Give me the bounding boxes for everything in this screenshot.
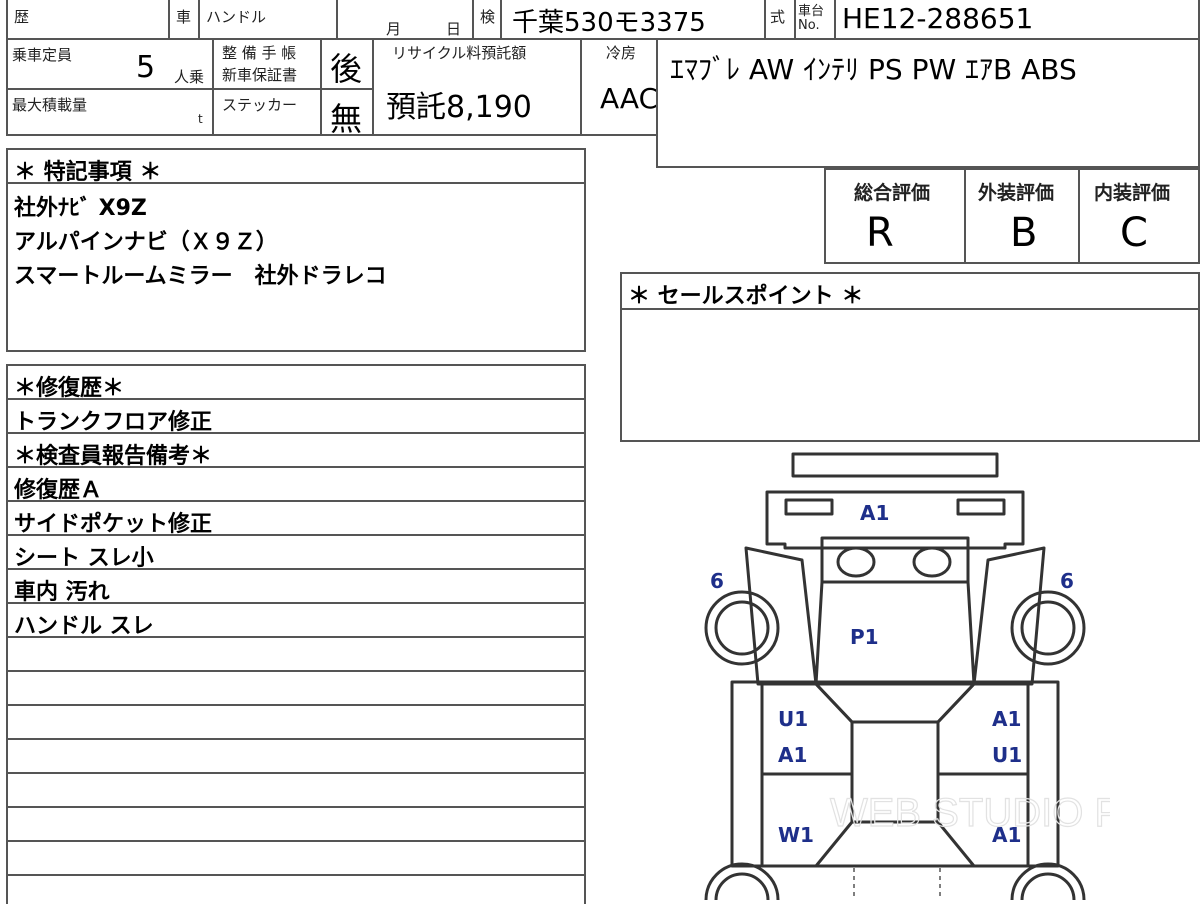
special-notes-box: ＊ 特記事項 ＊ 社外ﾅﾋﾞ X9Z アルパインナビ（Ｘ９Ｚ） スマートルームミ… [6, 148, 586, 352]
repair-history-line: トランクフロア修正 [14, 410, 213, 435]
max-load-unit: t [198, 112, 203, 126]
specs-block: 乗車定員 5 人乗 整 備 手 帳 新車保証書 後 最大積載量 t ステッカー … [6, 38, 659, 138]
ac-label: 冷房 [606, 44, 637, 62]
inspector-report-line: シート スレ小 [14, 546, 154, 571]
inspector-report-line: 修復歴Ａ [14, 478, 103, 503]
maintenance-label: 整 備 手 帳 [222, 44, 297, 62]
sticker-value: 無 [330, 100, 363, 138]
overall-grade-value: R [866, 210, 894, 256]
month-label: 月 [386, 20, 402, 38]
mark-front: A1 [860, 501, 889, 525]
chassis-label: 車台 [798, 4, 825, 19]
inspection-label: 検 [480, 8, 496, 26]
max-load-label: 最大積載量 [12, 96, 88, 114]
inspector-report-line: サイドポケット修正 [14, 512, 213, 537]
sales-point-title: ＊ セールスポイント ＊ [628, 284, 864, 309]
mark-tire-right: 6 [1060, 569, 1074, 593]
mark-tire-left: 6 [710, 569, 724, 593]
sales-point-box: ＊ セールスポイント ＊ [620, 272, 1200, 442]
inspector-report-line: ハンドル スレ [14, 614, 154, 639]
interior-grade-label: 内装評価 [1094, 182, 1171, 204]
plate-number: 千葉530モ3375 [512, 8, 706, 38]
inspector-report-line: 車内 汚れ [14, 580, 110, 605]
mark-left-w1: W1 [778, 823, 814, 847]
capacity-value: 5 [136, 50, 156, 85]
mark-right-a1-top: A1 [992, 707, 1021, 731]
ac-value: AAC [600, 82, 659, 115]
mark-left-a1: A1 [778, 743, 807, 767]
exterior-grade-value: B [1010, 210, 1038, 256]
interior-grade-value: C [1120, 210, 1148, 256]
watermark: WEB STUDIO PRO [830, 791, 1110, 835]
equipment-list: ｴﾏﾌﾞﾚ AW ｲﾝﾃﾘ PS PW ｴｱB ABS [670, 53, 1077, 86]
car-label: 車 [176, 8, 192, 26]
special-note-line: 社外ﾅﾋﾞ X9Z [14, 196, 147, 221]
day-label: 日 [446, 20, 462, 38]
special-notes-title: ＊ 特記事項 ＊ [14, 160, 162, 185]
mark-right-u1: U1 [992, 743, 1022, 767]
sticker-label: ステッカー [222, 96, 298, 114]
recycle-label: リサイクル料預託額 [392, 44, 527, 62]
equipment-box: ｴﾏﾌﾞﾚ AW ｲﾝﾃﾘ PS PW ｴｱB ABS [656, 38, 1200, 168]
maintenance-value: 後 [330, 50, 363, 88]
special-note-line: アルパインナビ（Ｘ９Ｚ） [14, 230, 278, 255]
exterior-grade-label: 外装評価 [978, 182, 1055, 204]
mark-left-u1: U1 [778, 707, 808, 731]
overall-grade-label: 総合評価 [854, 182, 931, 204]
capacity-unit: 人乗 [174, 68, 205, 86]
history-label: 歴 [14, 8, 30, 26]
special-note-line: スマートルームミラー 社外ドラレコ [14, 264, 387, 289]
warranty-label: 新車保証書 [222, 66, 298, 84]
recycle-value: 預託8,190 [386, 90, 532, 125]
repair-history-box: ＊修復歴＊ トランクフロア修正 ＊検査員報告備考＊ 修復歴Ａ サイドポケット修正… [6, 364, 586, 904]
type-label: 式 [770, 8, 786, 26]
capacity-label: 乗車定員 [12, 46, 73, 64]
grades-box: 総合評価 外装評価 内装評価 R B C [824, 168, 1200, 264]
repair-history-title: ＊修復歴＊ [14, 376, 125, 401]
inspector-report-title: ＊検査員報告備考＊ [14, 444, 213, 469]
chassis-no-label: No. [798, 18, 820, 33]
handle-label: ハンドル [206, 8, 267, 26]
chassis-number: HE12-288651 [842, 2, 1034, 35]
header-row: 歴 車 ハンドル 月 日 検 千葉530モ3375 式 車台 No. HE12-… [6, 0, 1200, 40]
car-damage-diagram: A1 6 6 P1 U1 A1 W1 A1 U1 A1 WEB STUDIO P… [704, 452, 1110, 900]
mark-hood: P1 [850, 625, 879, 649]
